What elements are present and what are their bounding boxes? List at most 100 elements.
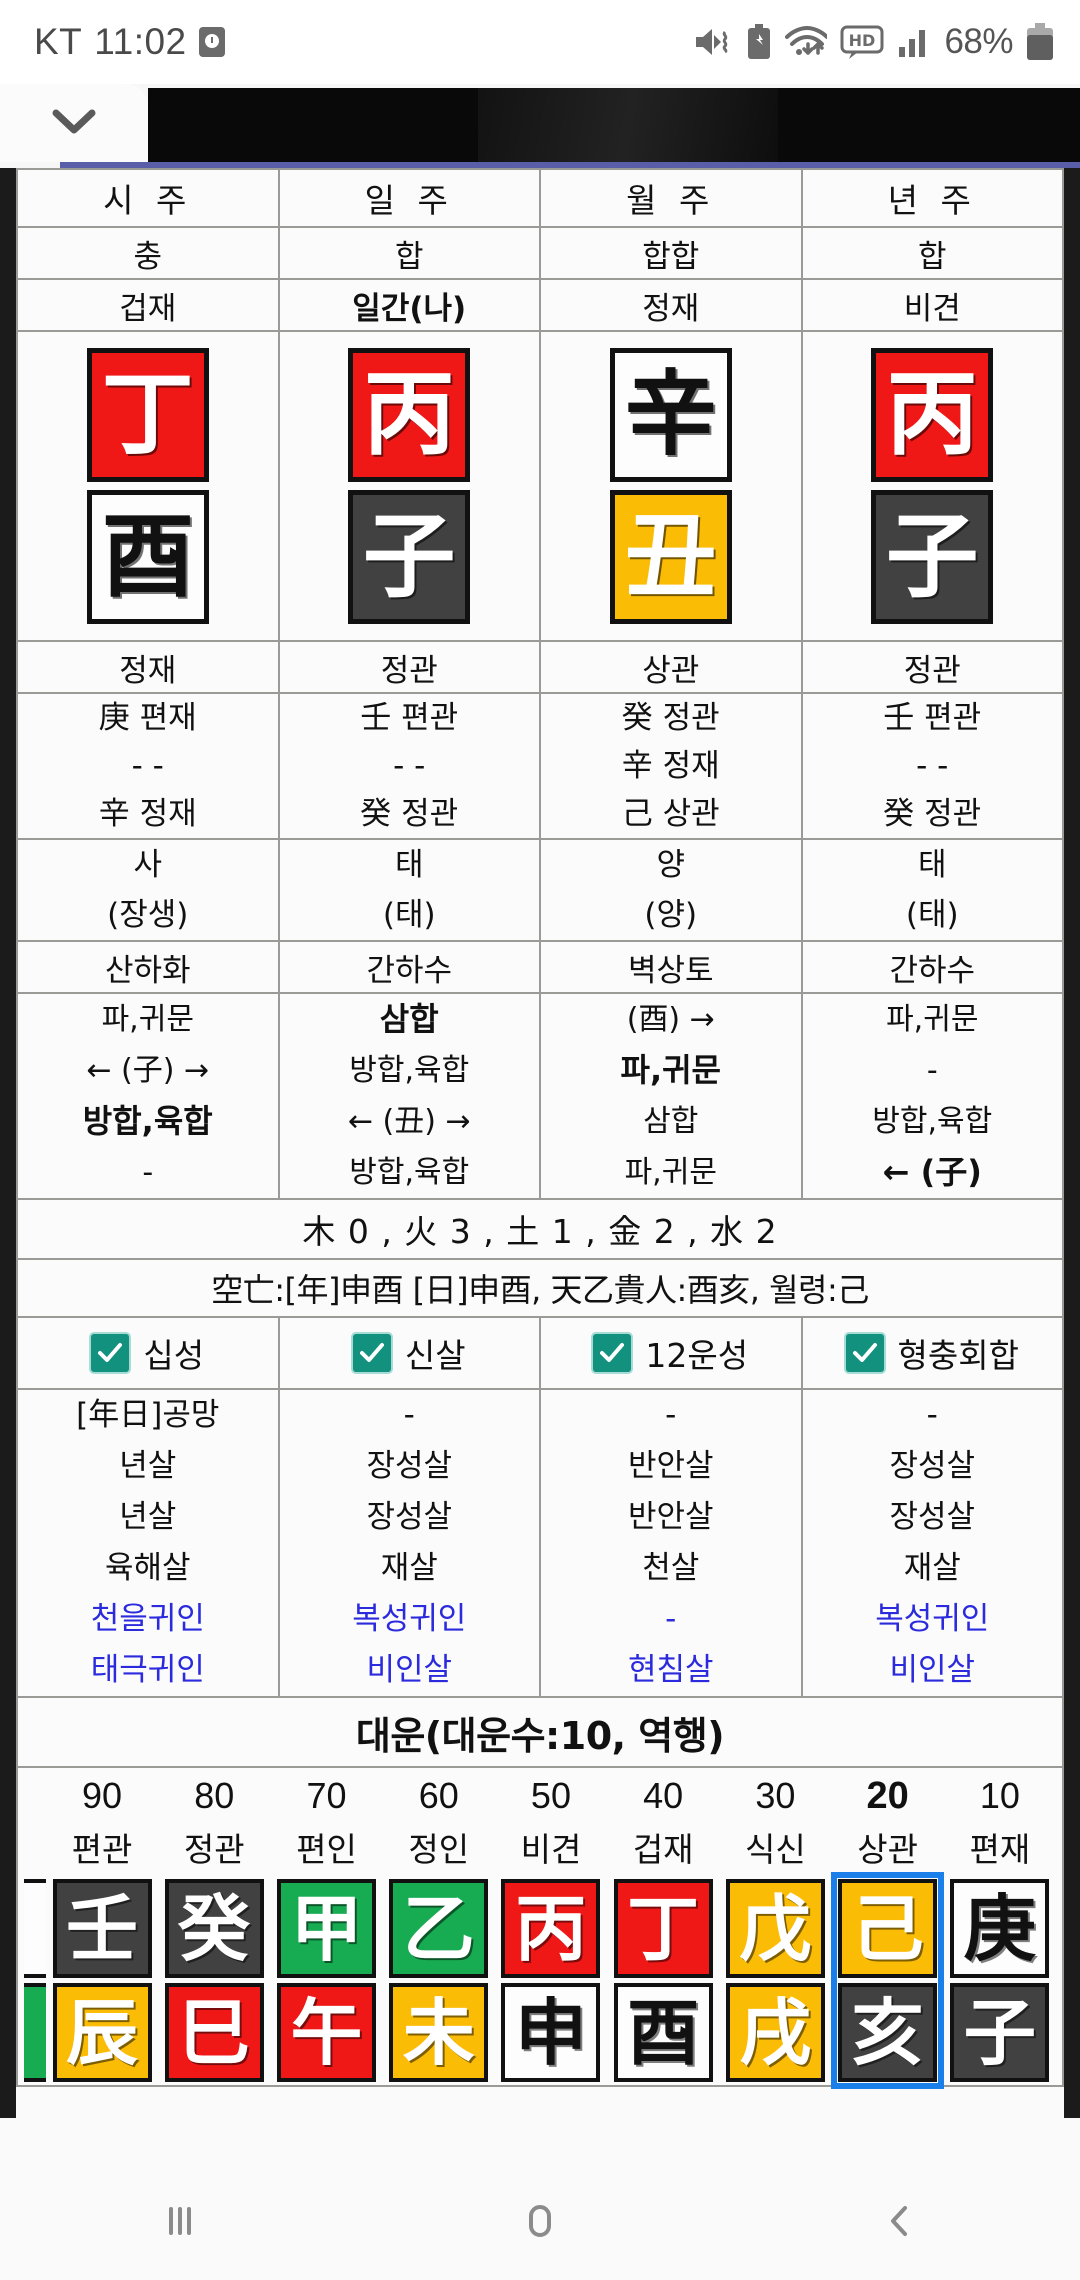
relations-month: (酉) → 파,귀문 삼합 파,귀문 [539, 992, 803, 1200]
daeun-column-60[interactable]: 60 정인 乙未 [383, 1768, 495, 2085]
daeun-stem-tile[interactable]: 庚 [950, 1879, 1050, 1978]
sinsal-line: 년살 [119, 1448, 177, 1484]
daeun-stem-tile[interactable]: 癸 [164, 1879, 264, 1978]
checkbox-cell-hyeongchunghoehap[interactable]: 형충회합 [800, 1316, 1064, 1390]
daeun-branch-tile[interactable]: 午 [276, 1983, 376, 2082]
daeun-column-30[interactable]: 30 식신 戊戌 [719, 1768, 831, 2085]
relation-line: - [142, 1155, 154, 1190]
glyph-cell-month[interactable]: 辛 丑 [539, 330, 803, 642]
pillar-header-day: 일 주 [277, 168, 541, 228]
daeun-tile-group[interactable]: 丁酉 [611, 1876, 716, 2085]
daeun-stem-tile[interactable]: 丁 [613, 1879, 713, 1978]
daeun-stem-tile[interactable]: 戊 [725, 1879, 825, 1978]
hidden-stems-month: 癸 정관 辛 정재 己 상관 [539, 692, 803, 840]
heavenly-stem-tile-month[interactable]: 辛 [609, 348, 732, 482]
twelve-stage-sub: (태) [905, 897, 959, 933]
checkbox-cell-12unseong[interactable]: 12운성 [539, 1316, 803, 1390]
extra-info: 空亡:[年]申酉 [日]申酉, 天乙貴人:酉亥, 월령:己 [16, 1258, 1064, 1318]
sinsal-line: 육해살 [104, 1550, 191, 1586]
daeun-column-80[interactable]: 80 정관 癸巳 [158, 1768, 270, 2085]
daeun-branch-tile[interactable]: 未 [389, 1983, 489, 2082]
relations-row: 파,귀문 ← (子) → 방합,육합 - 삼합 방합,육합 ← (丑) → 방합… [16, 992, 1064, 1200]
checkbox-cell-sipseong[interactable]: 십성 [16, 1316, 280, 1390]
daeun-tile-group[interactable]: 乙未 [386, 1876, 491, 2085]
sinsal-line: 천살 [642, 1550, 700, 1586]
daeun-branch-tile[interactable]: 申 [501, 1983, 601, 2082]
daeun-ten-god-label: 식신 [745, 1831, 806, 1868]
clock-label: 11:02 [94, 21, 187, 62]
earthly-branch-tile-month[interactable]: 丑 [609, 490, 732, 624]
daeun-branch-tile[interactable]: 亥 [838, 1983, 938, 2082]
daeun-branch-tile[interactable]: 辰 [52, 1983, 152, 2082]
relation-line: ← (子) [882, 1153, 982, 1191]
daeun-stem-tile-partial [24, 1879, 46, 1978]
daeun-branch-tile[interactable]: 巳 [164, 1983, 264, 2082]
sinsal-day: - 장성살 장성살 재살 복성귀인 비인살 [277, 1388, 541, 1698]
relation-line: ← (子) → [86, 1053, 210, 1088]
hidden-stem-line: - - [916, 748, 949, 784]
relation-line: 파,귀문 [886, 1002, 979, 1037]
sinsal-month: - 반안살 반안살 천살 - 현침살 [539, 1388, 803, 1698]
hidden-stem-line: 癸 정관 [360, 796, 459, 832]
twelve-stage-sub: (장생) [107, 897, 189, 933]
daeun-stem-tile[interactable]: 甲 [276, 1879, 376, 1978]
sinsal-year: - 장성살 장성살 재살 복성귀인 비인살 [800, 1388, 1064, 1698]
heavenly-stem-tile-day[interactable]: 丙 [348, 348, 471, 482]
ad-banner[interactable] [148, 88, 1080, 162]
daeun-tile-group[interactable]: 癸巳 [162, 1876, 267, 2085]
checkbox-sinsal[interactable] [352, 1334, 391, 1372]
daeun-tile-group[interactable]: 壬辰 [50, 1876, 155, 2085]
sinsal-line: 복성귀인 [352, 1601, 467, 1637]
daeun-column-50[interactable]: 50 비견 丙申 [495, 1768, 607, 2085]
earthly-branch-tile-hour[interactable]: 酉 [86, 490, 209, 624]
heavenly-stem-tile-year[interactable]: 丙 [871, 348, 994, 482]
checkbox-12unseong[interactable] [593, 1334, 632, 1372]
sinsal-line: 장성살 [889, 1448, 976, 1484]
twelve-stage-main: 양 [656, 847, 686, 883]
earthly-branch-tile-year[interactable]: 子 [871, 490, 994, 624]
pillar-header-year: 년 주 [800, 168, 1064, 228]
napeum-hour: 산하화 [16, 940, 280, 994]
daeun-ten-god-label: 편인 [296, 1831, 357, 1868]
twelve-stage-day: 태 (태) [277, 838, 541, 942]
daeun-tile-group[interactable]: 己亥 [831, 1872, 945, 2089]
daeun-column-90[interactable]: 90 편관 壬辰 [46, 1768, 158, 2085]
daeun-stem-tile[interactable]: 己 [838, 1879, 938, 1978]
collapse-toolbar-button[interactable] [0, 84, 148, 162]
saju-page: 시 주 일 주 월 주 년 주 충 합 합합 합 겁재 일간(나) 정재 비견 … [16, 168, 1064, 2118]
daeun-ten-god-label: 비견 [520, 1831, 582, 1868]
relation-line: 파,귀문 [101, 1002, 194, 1037]
glyph-cell-year[interactable]: 丙 子 [800, 330, 1064, 642]
daeun-stem-tile[interactable]: 壬 [52, 1879, 152, 1978]
daeun-column-70[interactable]: 70 편인 甲午 [270, 1768, 382, 2085]
twelve-stage-sub: (태) [382, 897, 436, 933]
battery-percent-label: 68% [944, 22, 1013, 61]
daeun-column-10[interactable]: 10 편재 庚子 [944, 1768, 1056, 2085]
pillar-header-row: 시 주 일 주 월 주 년 주 [16, 168, 1064, 228]
daeun-stem-tile[interactable]: 丙 [501, 1879, 601, 1978]
twelve-stage-row: 사 (장생) 태 (태) 양 (양) 태 (태) [16, 838, 1064, 942]
daeun-branch-tile[interactable]: 戌 [725, 1983, 825, 2082]
heavenly-stem-tile-hour[interactable]: 丁 [86, 348, 209, 482]
checkbox-hyeongchunghoehap[interactable] [845, 1334, 884, 1372]
earthly-branch-tile-day[interactable]: 子 [348, 490, 471, 624]
relations-year: 파,귀문 - 방합,육합 ← (子) [800, 992, 1064, 1200]
daeun-branch-tile[interactable]: 酉 [613, 1983, 713, 2082]
back-button[interactable] [800, 2162, 1000, 2280]
recent-apps-button[interactable] [80, 2162, 280, 2280]
daeun-column-20[interactable]: 20 상관 己亥 [831, 1768, 945, 2089]
daeun-tile-group[interactable]: 庚子 [947, 1876, 1052, 2085]
home-button[interactable] [440, 2162, 640, 2280]
daeun-stem-tile[interactable]: 乙 [389, 1879, 489, 1978]
daeun-column-40[interactable]: 40 겁재 丁酉 [607, 1768, 719, 2085]
daeun-branch-tile[interactable]: 子 [950, 1983, 1050, 2082]
checkbox-sipseong[interactable] [91, 1334, 130, 1372]
daeun-tile-group[interactable]: 甲午 [274, 1876, 379, 2085]
twelve-stage-sub: (양) [644, 897, 698, 933]
checkbox-cell-sinsal[interactable]: 신살 [277, 1316, 541, 1390]
checkbox-label-sinsal: 신살 [404, 1336, 466, 1375]
glyph-cell-day[interactable]: 丙 子 [277, 330, 541, 642]
glyph-cell-hour[interactable]: 丁 酉 [16, 330, 280, 642]
daeun-tile-group[interactable]: 丙申 [498, 1876, 603, 2085]
daeun-tile-group[interactable]: 戊戌 [723, 1876, 828, 2085]
